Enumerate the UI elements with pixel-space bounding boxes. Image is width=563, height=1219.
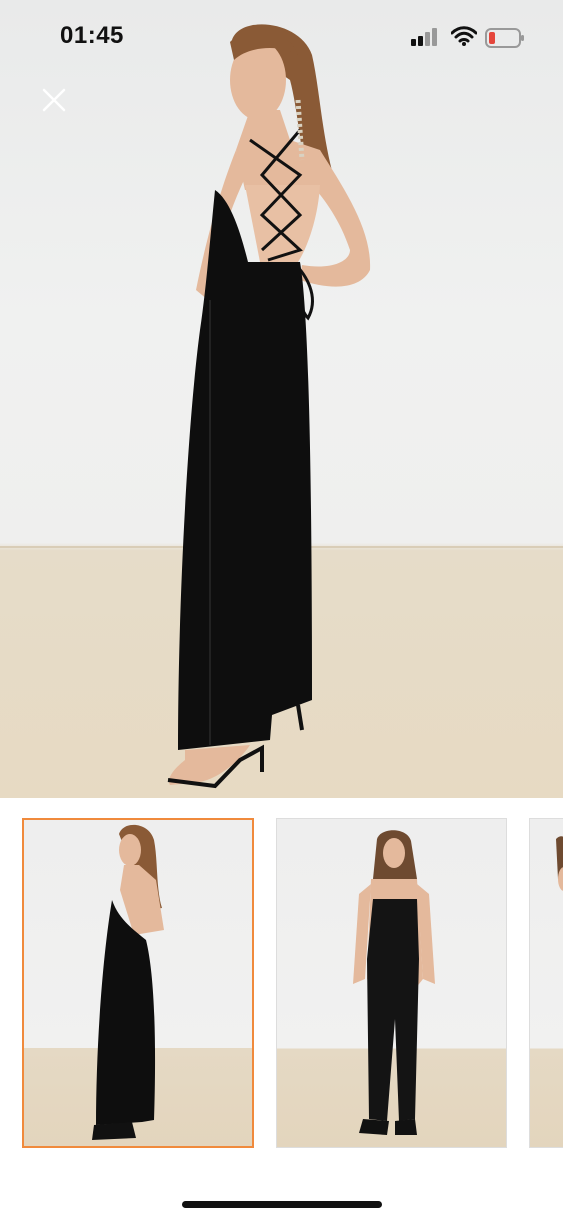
status-bar: 01:45 [0,0,563,76]
cellular-signal-icon [411,28,437,46]
wifi-icon [451,26,477,46]
close-icon [42,88,66,112]
thumbnail-back-view[interactable] [22,818,254,1148]
thumbnail-front-figure [353,830,435,1135]
model-back-view-figure [167,24,371,789]
thumbnail-side-view[interactable] [529,818,563,1148]
product-main-image[interactable] [0,0,563,798]
thumbnail-front-view[interactable] [276,818,507,1148]
thumbnail-back-figure [92,824,164,1140]
home-indicator[interactable] [182,1201,382,1208]
close-button[interactable] [36,82,72,118]
battery-low-icon [485,28,524,48]
thumbnail-side-figure [556,836,563,891]
status-time: 01:45 [60,22,124,49]
thumbnail-strip [0,818,563,1150]
